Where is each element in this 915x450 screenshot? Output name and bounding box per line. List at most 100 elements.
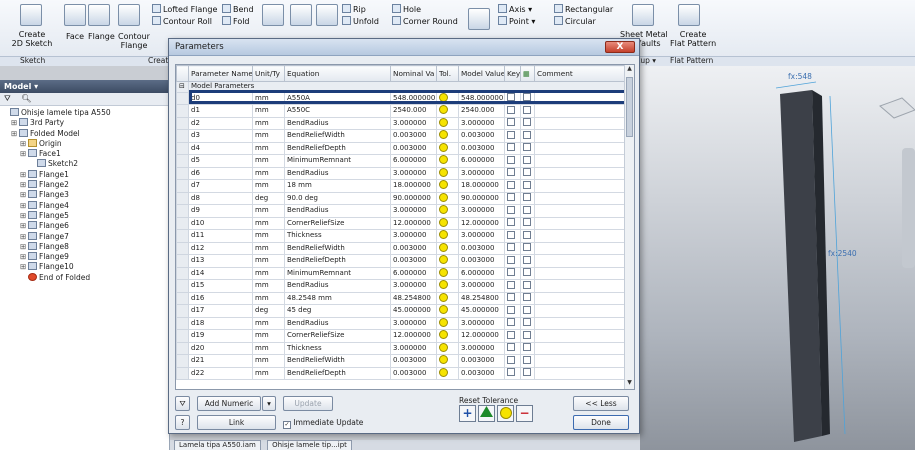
export-checkbox[interactable] [523,205,531,214]
fold-button[interactable]: Fold [222,16,250,26]
key-cell[interactable] [504,154,521,168]
unit-cell[interactable]: mm [252,354,285,368]
key-cell[interactable] [504,291,521,306]
export-cell[interactable] [520,204,535,218]
key-cell[interactable] [504,354,521,368]
export-checkbox[interactable] [523,280,531,289]
tolerance-status-icon[interactable] [439,218,448,227]
doc-tab-part[interactable]: Ohisje lamele tip...ipt [267,440,352,450]
export-checkbox[interactable] [523,118,531,127]
tolerance-status-icon[interactable] [439,318,448,327]
export-checkbox[interactable] [523,255,531,264]
parameter-row[interactable]: d18 mm BendRadius 3.000000 3.000000 [176,316,626,331]
tolerance-cell[interactable] [436,266,459,281]
unit-cell[interactable]: mm [252,329,285,343]
flange-icon[interactable] [88,4,110,26]
immediate-update-checkbox[interactable]: ✓ [283,421,291,429]
parameter-name-cell[interactable]: d4 [188,141,253,156]
tolerance-status-icon[interactable] [439,280,448,290]
tolerance-status-icon[interactable] [439,268,448,277]
unit-cell[interactable]: mm [252,279,285,293]
parameter-row[interactable]: d10 mm CornerReliefSize 12.000000 12.000000 [176,216,626,231]
parameter-row[interactable]: d12 mm BendReliefWidth 0.003000 0.003000 [176,241,626,256]
expand-toggle-icon[interactable]: ⊞ [20,262,28,272]
key-checkbox[interactable] [507,368,515,377]
equation-cell[interactable]: 18 mm [284,179,391,193]
tolerance-cell[interactable] [436,179,459,193]
key-checkbox[interactable] [507,230,515,239]
key-checkbox[interactable] [507,105,515,114]
parameter-row[interactable]: d17 deg 45 deg 45.000000 45.000000 [176,304,626,318]
parameter-name-cell[interactable]: d20 [188,341,253,356]
equation-cell[interactable]: CornerReliefSize [284,216,391,231]
unit-cell[interactable]: deg [252,191,285,206]
export-cell[interactable] [520,129,535,143]
upper-tolerance-button[interactable]: + [459,405,476,422]
tree-node[interactable]: ⊞ Flange5 [2,210,167,221]
unit-cell[interactable]: mm [252,254,285,268]
key-checkbox[interactable] [507,355,515,364]
key-checkbox[interactable] [507,330,515,339]
unit-cell[interactable]: mm [252,316,285,331]
parameter-row[interactable]: d15 mm BendRadius 3.000000 3.000000 [176,279,626,293]
comment-cell[interactable] [534,204,626,218]
done-button[interactable]: Done [573,415,629,430]
point-button[interactable]: Point ▾ [498,16,535,26]
tolerance-status-icon[interactable] [439,205,448,215]
parameter-name-cell[interactable]: d22 [188,366,253,381]
export-cell[interactable] [520,216,535,231]
key-cell[interactable] [504,116,521,131]
export-cell[interactable] [520,116,535,131]
col-equation[interactable]: Equation [284,65,391,82]
parameter-name-cell[interactable]: d19 [188,329,253,343]
tolerance-cell[interactable] [436,304,459,318]
comment-cell[interactable] [534,341,626,356]
export-checkbox[interactable] [523,293,531,302]
tolerance-status-icon[interactable] [439,230,448,240]
key-checkbox[interactable] [507,268,515,277]
comment-cell[interactable] [534,191,626,206]
parameter-row[interactable]: d21 mm BendReliefWidth 0.003000 0.003000 [176,354,626,368]
parameter-name-cell[interactable]: d14 [188,266,253,281]
median-tolerance-button[interactable] [478,405,495,422]
comment-cell[interactable] [534,291,626,306]
tolerance-cell[interactable] [436,341,459,356]
unit-cell[interactable]: mm [252,341,285,356]
export-cell[interactable] [520,341,535,356]
export-cell[interactable] [520,316,535,331]
tolerance-status-icon[interactable] [439,105,448,115]
tolerance-cell[interactable] [436,154,459,168]
key-cell[interactable] [504,141,521,156]
export-cell[interactable] [520,191,535,206]
parameter-name-cell[interactable]: d1 [188,104,253,118]
parameter-name-cell[interactable]: d6 [188,166,253,181]
export-checkbox[interactable] [523,155,531,164]
equation-cell[interactable]: BendRadius [284,279,391,293]
parameter-name-cell[interactable]: d13 [188,254,253,268]
expand-toggle-icon[interactable]: ⊞ [20,149,28,159]
tree-node[interactable]: ⊞ Flange3 [2,190,167,200]
unit-cell[interactable]: mm [252,104,285,118]
export-cell[interactable] [520,179,535,193]
parameter-row[interactable]: d4 mm BendReliefDepth 0.003000 0.003000 [176,141,626,156]
export-checkbox[interactable] [523,243,531,252]
comment-cell[interactable] [534,154,626,168]
parameter-row[interactable]: d8 deg 90.0 deg 90.000000 90.000000 [176,191,626,206]
parameter-name-cell[interactable]: d12 [188,241,253,256]
key-cell[interactable] [504,279,521,293]
export-cell[interactable] [520,354,535,368]
parameter-row[interactable]: d13 mm BendReliefDepth 0.003000 0.003000 [176,254,626,268]
tolerance-status-icon[interactable] [439,368,448,377]
rectangular-button[interactable]: Rectangular [554,4,613,14]
key-cell[interactable] [504,229,521,243]
col-key[interactable]: Key [504,65,521,82]
expand-toggle-icon[interactable]: ⊞ [11,118,19,128]
tree-node[interactable]: Ohisje lamele tipa A550 [2,108,167,118]
comment-cell[interactable] [534,329,626,343]
tolerance-cell[interactable] [436,104,459,118]
equation-cell[interactable]: 48.2548 mm [284,291,391,306]
parameter-name-cell[interactable]: d15 [188,279,253,293]
expand-toggle-icon[interactable]: ⊞ [20,170,28,180]
corner-seam-icon[interactable] [290,4,312,26]
export-checkbox[interactable] [523,130,531,139]
